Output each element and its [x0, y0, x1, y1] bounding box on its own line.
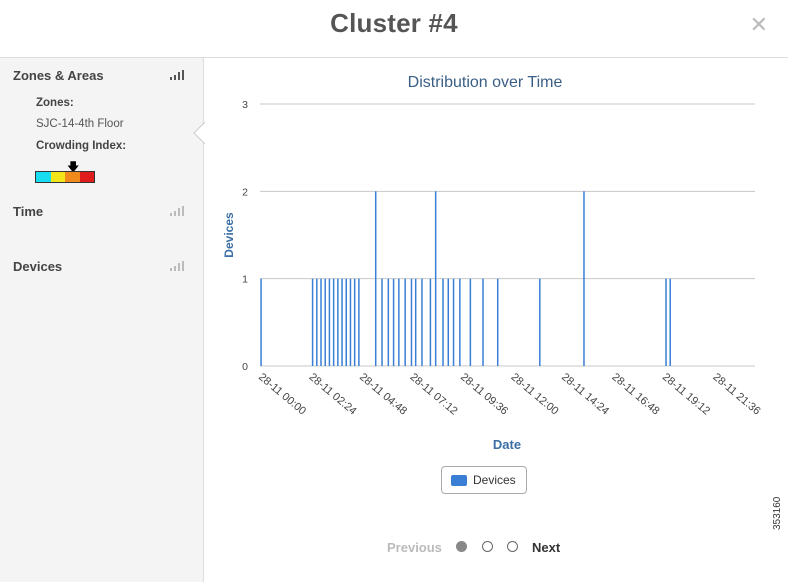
bar	[337, 278, 339, 366]
close-icon[interactable]: ✕	[750, 12, 768, 38]
crowding-index-label: Crowding Index:	[36, 140, 127, 152]
page-dot-2[interactable]	[482, 541, 493, 552]
bar	[374, 191, 377, 366]
legend-item-devices[interactable]: Devices	[441, 466, 527, 494]
x-tick-label: 28-11 09:36	[458, 371, 510, 417]
previous-button[interactable]: Previous	[387, 540, 442, 555]
dialog-title: Cluster #4	[330, 8, 458, 38]
y-axis-label: Devices	[222, 212, 236, 258]
bar	[260, 278, 262, 366]
bar	[387, 278, 390, 366]
y-tick-label: 1	[242, 274, 248, 286]
bar	[447, 278, 450, 366]
y-tick-label: 0	[242, 361, 248, 373]
bar	[421, 278, 423, 366]
legend-swatch	[451, 475, 467, 486]
signal-bars-icon	[170, 70, 184, 80]
page-dot-3[interactable]	[507, 541, 518, 552]
bar	[345, 278, 348, 366]
bar	[496, 278, 499, 366]
bar	[332, 278, 335, 366]
bar	[316, 278, 318, 366]
bar	[381, 278, 383, 366]
bar	[392, 278, 395, 366]
bar	[414, 278, 417, 366]
page-dot-1[interactable]	[456, 541, 467, 552]
x-tick-label: 28-11 00:00	[256, 371, 308, 417]
distribution-chart: Distribution over Time 0123 28-11 00:002…	[222, 74, 763, 452]
bar	[358, 278, 360, 366]
zones-label: Zones:	[36, 97, 74, 109]
bar	[583, 191, 585, 366]
bar	[665, 278, 667, 366]
bar	[469, 278, 472, 366]
bar	[328, 278, 331, 366]
dialog-header: Cluster #4 ✕	[0, 0, 788, 52]
x-tick-label: 28-11 16:48	[610, 371, 662, 417]
x-axis-label: Date	[493, 437, 521, 452]
bar	[404, 278, 406, 366]
bar	[353, 278, 356, 366]
section-zones-areas[interactable]: Zones & Areas	[13, 68, 104, 83]
x-tick-label: 28-11 07:12	[408, 371, 460, 417]
x-tick-label: 28-11 19:12	[660, 371, 712, 417]
bar	[459, 278, 461, 366]
y-tick-label: 3	[242, 99, 248, 111]
y-axis-ticks: 0 1 2 3	[242, 99, 248, 373]
bar	[539, 278, 541, 366]
crowding-index-scale	[35, 171, 95, 183]
bar	[429, 278, 432, 366]
bar	[410, 278, 413, 366]
x-tick-label: 28-11 21:36	[710, 371, 762, 417]
bar	[669, 278, 671, 366]
y-tick-label: 2	[242, 186, 248, 198]
bar	[311, 278, 314, 366]
bar	[349, 278, 352, 366]
section-devices[interactable]: Devices	[13, 259, 62, 274]
bar	[434, 191, 437, 366]
bar	[320, 278, 322, 366]
bar	[442, 278, 444, 366]
zone-value: SJC-14-4th Floor	[36, 118, 124, 130]
chart-title: Distribution over Time	[408, 74, 563, 91]
filter-sidebar: Zones & Areas Zones: SJC-14-4th Floor Cr…	[0, 58, 205, 582]
x-tick-label: 28-11 04:48	[357, 371, 409, 417]
x-tick-label: 28-11 02:24	[307, 371, 359, 417]
x-tick-label: 28-11 12:00	[509, 371, 561, 417]
next-button[interactable]: Next	[532, 540, 560, 555]
figure-id: 353160	[772, 496, 783, 530]
bar	[341, 278, 343, 366]
legend-label: Devices	[473, 473, 516, 487]
bar	[452, 278, 455, 366]
signal-bars-icon	[170, 206, 184, 216]
bar	[324, 278, 326, 366]
signal-bars-icon	[170, 261, 184, 271]
bar	[398, 278, 400, 366]
section-time[interactable]: Time	[13, 204, 43, 219]
x-tick-label: 28-11 14:24	[559, 371, 611, 417]
bar	[482, 278, 484, 366]
x-axis-ticks: 28-11 00:0028-11 02:2428-11 04:4828-11 0…	[256, 371, 762, 417]
